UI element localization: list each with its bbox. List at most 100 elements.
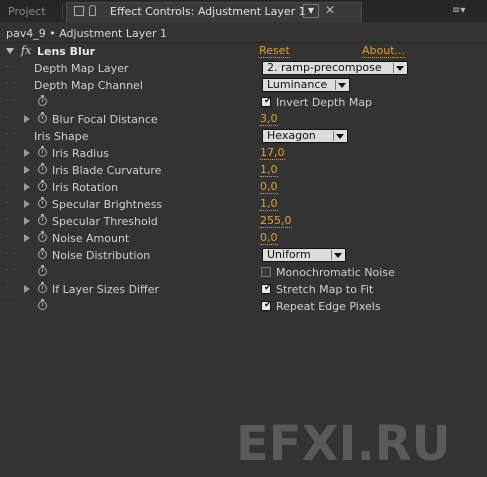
tab-separator xyxy=(62,4,63,19)
about-link[interactable]: About... xyxy=(362,45,406,58)
stopwatch-icon[interactable] xyxy=(38,163,47,174)
if-layer-sizes-differ-row: · If Layer Sizes Differ ✔ Stretch Map to… xyxy=(0,281,487,298)
invert-depth-map-checkbox[interactable]: ✔ xyxy=(261,96,272,107)
chevron-down-icon[interactable]: ▼ xyxy=(303,4,319,18)
iris-blade-curvature-row: · Iris Blade Curvature 1,0 xyxy=(0,162,487,179)
chevron-down-icon xyxy=(336,134,344,139)
watermark: EFXI.RU xyxy=(236,416,451,472)
close-icon[interactable]: ✕ xyxy=(325,3,335,17)
depth-map-layer-value: 2. ramp-precompose xyxy=(267,61,382,74)
expand-triangle-icon[interactable] xyxy=(24,234,30,242)
chevron-down-icon xyxy=(334,253,342,258)
expand-triangle-icon[interactable] xyxy=(24,183,30,191)
breadcrumb: pav4_9 • Adjustment Layer 1 xyxy=(6,27,168,40)
depth-map-layer-label: Depth Map Layer xyxy=(34,62,129,75)
tree-dots: · xyxy=(5,164,9,174)
noise-distribution-row: · · Noise Distribution Uniform xyxy=(0,247,487,264)
reset-link[interactable]: Reset xyxy=(259,45,290,58)
iris-blade-curvature-value[interactable]: 1,0 xyxy=(260,164,278,177)
if-layer-sizes-differ-label: If Layer Sizes Differ xyxy=(52,283,159,296)
iris-shape-label: Iris Shape xyxy=(34,130,89,143)
noise-amount-label: Noise Amount xyxy=(52,232,130,245)
depth-map-layer-select[interactable]: 2. ramp-precompose xyxy=(262,61,408,75)
blur-focal-distance-value[interactable]: 3,0 xyxy=(260,113,278,126)
tree-dots: · · xyxy=(5,79,17,89)
effect-controls-panel: Project Effect Controls: Adjustment Laye… xyxy=(0,0,487,477)
chevron-down-icon xyxy=(396,66,404,71)
stretch-map-to-fit-checkbox[interactable]: ✔ xyxy=(261,283,272,294)
tab-bar: Project Effect Controls: Adjustment Laye… xyxy=(0,0,487,22)
select-divider xyxy=(331,250,332,260)
depth-map-channel-value: Luminance xyxy=(267,78,328,91)
stretch-map-to-fit-label: Stretch Map to Fit xyxy=(276,283,374,296)
collapse-triangle-icon[interactable] xyxy=(6,48,14,54)
repeat-edge-pixels-row: · · ✔ Repeat Edge Pixels xyxy=(0,298,487,315)
stopwatch-icon[interactable] xyxy=(38,299,47,310)
iris-radius-label: Iris Radius xyxy=(52,147,109,160)
noise-amount-value[interactable]: 0,0 xyxy=(260,232,278,245)
iris-radius-value[interactable]: 17,0 xyxy=(260,147,285,160)
monochromatic-noise-row: · · Monochromatic Noise xyxy=(0,264,487,281)
stopwatch-icon[interactable] xyxy=(38,95,47,106)
panel-menu-icon[interactable]: ≡▾ xyxy=(452,5,465,16)
stopwatch-icon[interactable] xyxy=(38,146,47,157)
stopwatch-icon[interactable] xyxy=(38,265,47,276)
stopwatch-icon[interactable] xyxy=(38,112,47,123)
specular-threshold-label: Specular Threshold xyxy=(52,215,158,228)
tab-project[interactable]: Project xyxy=(8,5,46,18)
tree-dots: · · xyxy=(5,130,17,140)
iris-shape-value: Hexagon xyxy=(267,129,316,142)
tree-dots: · xyxy=(5,232,9,242)
tab-effect-controls-title: Effect Controls: Adjustment Layer 1 xyxy=(110,5,306,18)
select-divider xyxy=(335,80,336,90)
fx-icon[interactable]: fx xyxy=(21,44,31,57)
tree-dots: · · xyxy=(5,300,17,310)
tree-dots: · · xyxy=(5,62,17,72)
specular-brightness-row: · Specular Brightness 1,0 xyxy=(0,196,487,213)
noise-distribution-value: Uniform xyxy=(267,248,311,261)
stopwatch-icon[interactable] xyxy=(38,231,47,242)
expand-triangle-icon[interactable] xyxy=(24,217,30,225)
blur-focal-distance-label: Blur Focal Distance xyxy=(52,113,158,126)
monochromatic-noise-checkbox[interactable] xyxy=(261,267,271,277)
stopwatch-icon[interactable] xyxy=(38,248,47,259)
stopwatch-icon[interactable] xyxy=(38,282,47,293)
depth-map-channel-select[interactable]: Luminance xyxy=(262,78,350,92)
repeat-edge-pixels-checkbox[interactable]: ✔ xyxy=(261,300,272,311)
expand-triangle-icon[interactable] xyxy=(24,115,30,123)
specular-threshold-value[interactable]: 255,0 xyxy=(260,215,292,228)
tree-dots: · xyxy=(5,113,9,123)
iris-rotation-label: Iris Rotation xyxy=(52,181,119,194)
stopwatch-icon[interactable] xyxy=(38,197,47,208)
iris-shape-select[interactable]: Hexagon xyxy=(262,129,348,143)
invert-depth-map-label: Invert Depth Map xyxy=(276,96,373,109)
tree-dots: · · xyxy=(5,266,17,276)
stopwatch-icon[interactable] xyxy=(38,180,47,191)
tree-dots: · xyxy=(5,147,9,157)
stopwatch-icon[interactable] xyxy=(38,214,47,225)
effect-header-row: fx Lens Blur Reset About... xyxy=(0,43,487,60)
expand-triangle-icon[interactable] xyxy=(24,149,30,157)
specular-threshold-row: · Specular Threshold 255,0 xyxy=(0,213,487,230)
tree-dots: · · xyxy=(5,249,17,259)
monochromatic-noise-label: Monochromatic Noise xyxy=(276,266,395,279)
noise-distribution-select[interactable]: Uniform xyxy=(262,248,346,262)
expand-triangle-icon[interactable] xyxy=(24,285,30,293)
expand-triangle-icon[interactable] xyxy=(24,200,30,208)
select-divider xyxy=(393,63,394,73)
iris-blade-curvature-label: Iris Blade Curvature xyxy=(52,164,162,177)
noise-distribution-label: Noise Distribution xyxy=(52,249,151,262)
tree-dots: · · xyxy=(5,96,17,106)
tree-dots: · xyxy=(5,198,9,208)
lock-icon[interactable] xyxy=(89,5,96,16)
iris-shape-row: · · Iris Shape Hexagon xyxy=(0,128,487,145)
blur-focal-distance-row: · Blur Focal Distance 3,0 xyxy=(0,111,487,128)
expand-triangle-icon[interactable] xyxy=(24,166,30,174)
iris-rotation-row: · Iris Rotation 0,0 xyxy=(0,179,487,196)
iris-rotation-value[interactable]: 0,0 xyxy=(260,181,278,194)
panel-icon xyxy=(74,6,84,16)
checkmark-icon: ✔ xyxy=(264,96,272,106)
repeat-edge-pixels-label: Repeat Edge Pixels xyxy=(276,300,381,313)
noise-amount-row: · Noise Amount 0,0 xyxy=(0,230,487,247)
specular-brightness-value[interactable]: 1,0 xyxy=(260,198,278,211)
